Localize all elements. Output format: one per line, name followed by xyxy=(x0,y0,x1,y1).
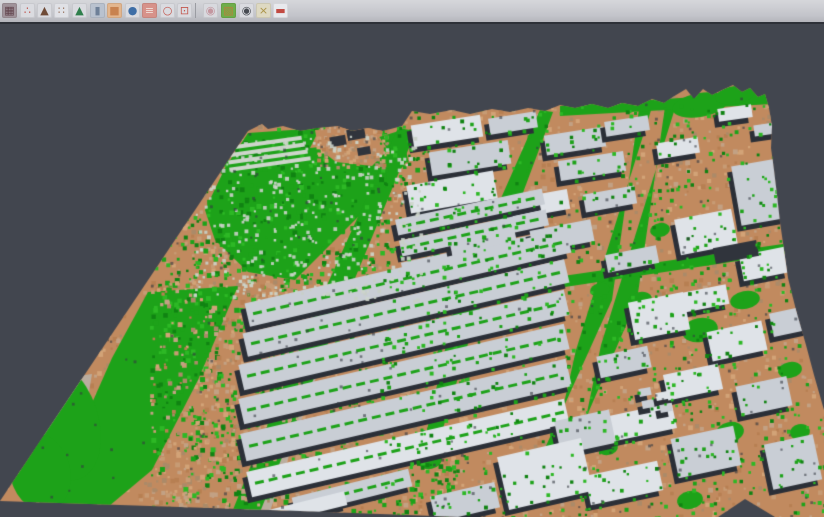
toolbar: ▦∴▲∷▲▮■●≡○⊡◉▧◉×▬ xyxy=(0,0,824,24)
wire-globe-icon[interactable]: ◉ xyxy=(239,3,254,18)
layer-list-icon[interactable]: ≡ xyxy=(142,3,157,18)
toolbar-separator xyxy=(195,3,196,18)
classified-cloud-icon[interactable]: ▦ xyxy=(2,3,17,18)
green-hill-icon[interactable]: ▲ xyxy=(72,3,87,18)
3d-viewport[interactable] xyxy=(0,24,824,517)
flag-strip-icon[interactable]: ▬ xyxy=(273,3,288,18)
circle-tool-icon[interactable]: ○ xyxy=(160,3,175,18)
globe-icon[interactable]: ● xyxy=(125,3,140,18)
crop-frame-icon[interactable]: ⊡ xyxy=(177,3,192,18)
orthophoto-icon[interactable]: ■ xyxy=(107,3,122,18)
classification-map-icon[interactable]: ▧ xyxy=(221,3,236,18)
section-slab-icon[interactable]: ▮ xyxy=(90,3,105,18)
sparse-points-icon[interactable]: ∷ xyxy=(54,3,69,18)
checker-sphere-icon[interactable]: ◉ xyxy=(203,3,218,18)
terrain-mound-icon[interactable]: ▲ xyxy=(37,3,52,18)
cut-cross-icon[interactable]: × xyxy=(256,3,271,18)
app-window: ▦∴▲∷▲▮■●≡○⊡◉▧◉×▬ xyxy=(0,0,824,517)
sample-points-icon[interactable]: ∴ xyxy=(20,3,35,18)
